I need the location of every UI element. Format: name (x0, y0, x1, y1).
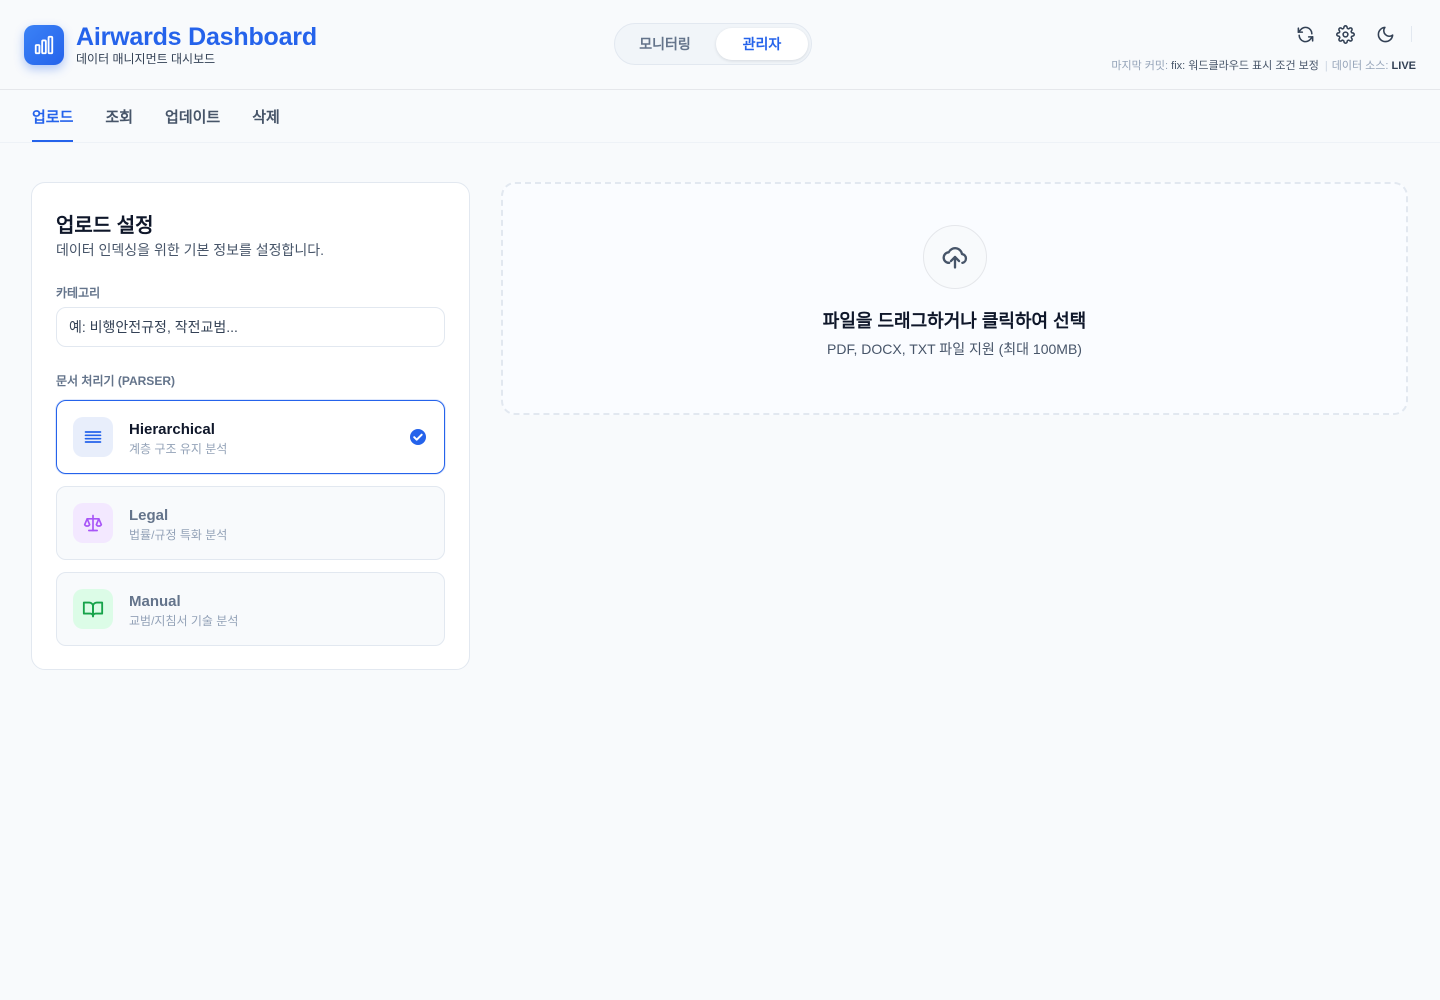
parser-desc: 교범/지침서 기술 분석 (129, 614, 239, 628)
parser-name: Legal (129, 507, 169, 524)
parser-option-legal[interactable]: Legal 법률/규정 특화 분석 (56, 486, 445, 560)
brand: Airwards Dashboard 데이터 매니지먼트 대시보드 (24, 24, 317, 66)
settings-title: 업로드 설정 (56, 215, 154, 237)
mode-monitoring-button[interactable]: 모니터링 (619, 28, 711, 60)
app-header: Airwards Dashboard 데이터 매니지먼트 대시보드 모니터링 관… (0, 0, 1440, 90)
parser-desc: 계층 구조 유지 분석 (129, 442, 228, 456)
status-line: 마지막 커밋: fix: 워드클라우드 표시 조건 보정 | 데이터 소스: LIV… (1111, 60, 1416, 72)
header-divider (1411, 26, 1412, 42)
parser-option-manual[interactable]: Manual 교범/지침서 기술 분석 (56, 572, 445, 646)
source-label: 데이터 소스: (1331, 60, 1389, 72)
gear-icon[interactable] (1331, 22, 1359, 46)
list-icon (73, 417, 113, 457)
category-label: 카테고리 (56, 286, 101, 300)
commit-label: 마지막 커밋: (1111, 60, 1169, 72)
upload-settings-card: 업로드 설정 데이터 인덱싱을 위한 기본 정보를 설정합니다. 카테고리 문서… (31, 182, 470, 670)
refresh-icon[interactable] (1291, 22, 1319, 46)
parser-desc: 법률/규정 특화 분석 (129, 528, 228, 542)
tab-update[interactable]: 업데이트 (165, 90, 220, 142)
header-actions (1291, 22, 1411, 46)
app-subtitle: 데이터 매니지먼트 대시보드 (76, 52, 216, 66)
mode-toggle: 모니터링 관리자 (614, 23, 812, 65)
category-input[interactable] (56, 307, 445, 347)
bar-chart-icon (24, 25, 64, 65)
moon-icon[interactable] (1371, 22, 1399, 46)
mode-admin-button[interactable]: 관리자 (716, 28, 808, 60)
tab-delete[interactable]: 삭제 (252, 90, 280, 142)
check-circle-icon (410, 429, 426, 445)
source-value: LIVE (1391, 60, 1416, 72)
tab-divider (0, 142, 1440, 143)
parser-name: Hierarchical (129, 421, 215, 438)
tab-view[interactable]: 조회 (105, 90, 133, 142)
tab-bar: 업로드 조회 업데이트 삭제 (32, 90, 312, 142)
parser-name: Manual (129, 593, 181, 610)
parser-option-hierarchical[interactable]: Hierarchical 계층 구조 유지 분석 (56, 400, 445, 474)
app-title: Airwards Dashboard (76, 23, 317, 51)
commit-value: fix: 워드클라우드 표시 조건 보정 (1171, 60, 1319, 72)
scale-icon (73, 503, 113, 543)
parser-label: 문서 처리기 (PARSER) (56, 374, 175, 388)
book-icon (73, 589, 113, 629)
settings-subtitle: 데이터 인덱싱을 위한 기본 정보를 설정합니다. (56, 242, 325, 258)
dropzone-title: 파일을 드래그하거나 클릭하여 선택 (822, 311, 1087, 331)
tab-upload[interactable]: 업로드 (32, 90, 74, 142)
dropzone-subtitle: PDF, DOCX, TXT 파일 지원 (최대 100MB) (827, 341, 1082, 357)
file-dropzone[interactable]: 파일을 드래그하거나 클릭하여 선택 PDF, DOCX, TXT 파일 지원 … (501, 182, 1408, 415)
cloud-upload-icon (923, 225, 987, 289)
